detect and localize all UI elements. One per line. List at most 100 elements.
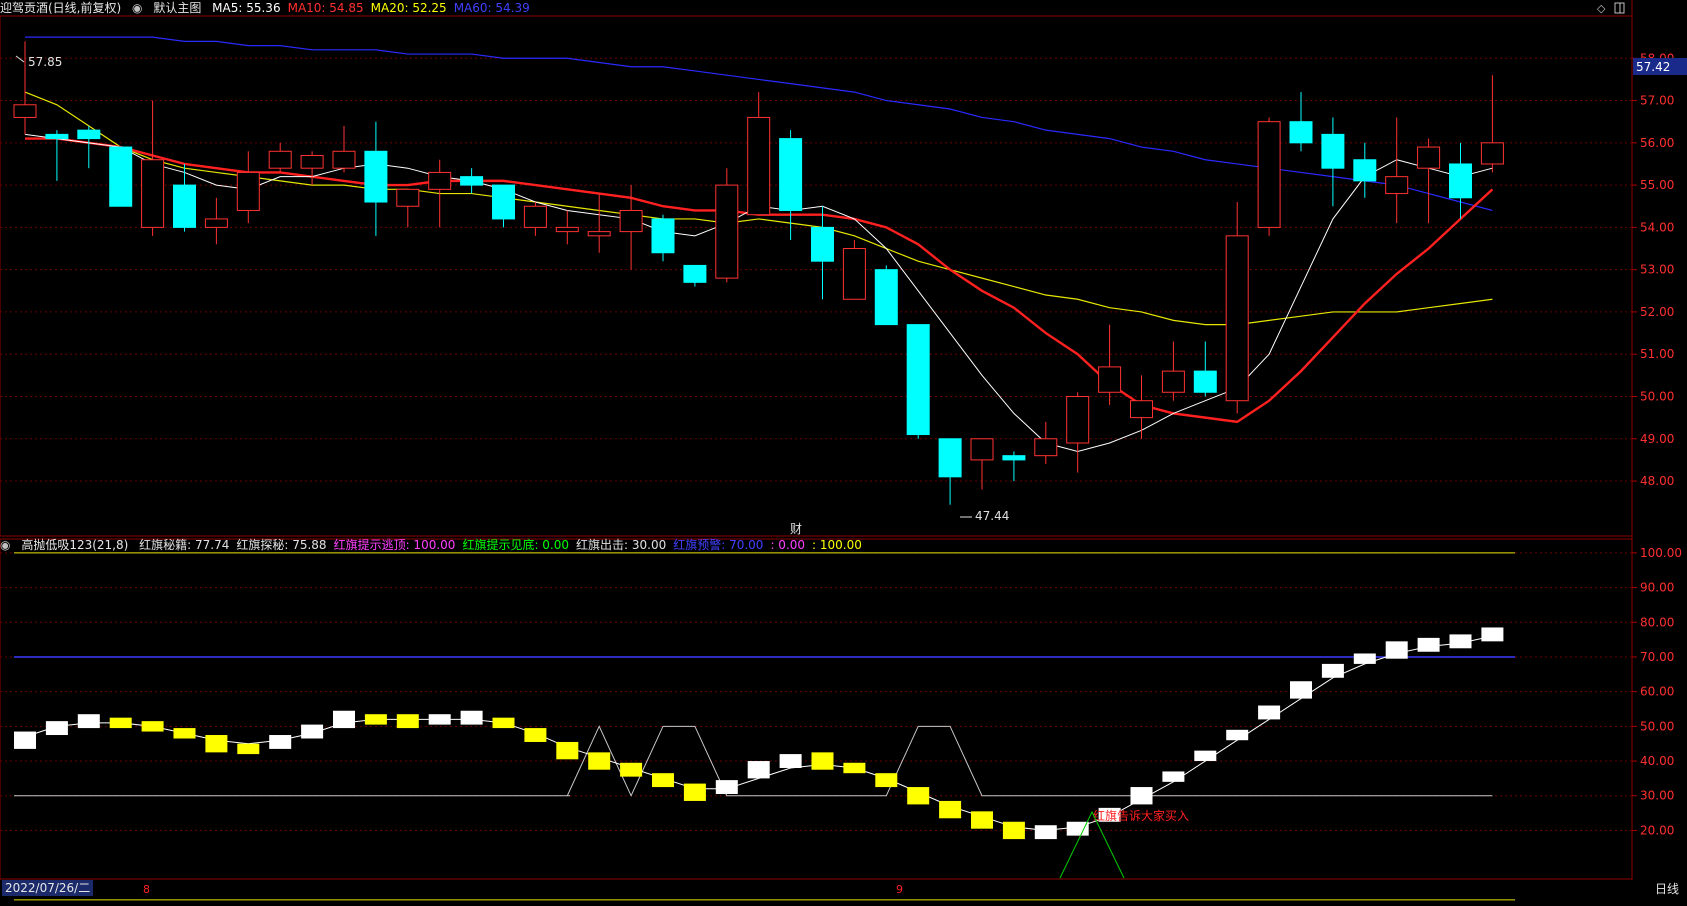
- osc-bar[interactable]: [428, 714, 451, 725]
- candle-body[interactable]: [523, 205, 547, 228]
- stock-title[interactable]: 迎驾贡酒(日线,前复权): [0, 1, 121, 15]
- candle-body[interactable]: [747, 116, 771, 216]
- osc-bar[interactable]: [556, 741, 579, 760]
- candle-body[interactable]: [236, 171, 260, 211]
- osc-bar[interactable]: [1226, 729, 1249, 741]
- osc-bar[interactable]: [1449, 634, 1472, 649]
- osc-bar[interactable]: [396, 714, 419, 729]
- osc-bar[interactable]: [237, 743, 260, 755]
- osc-bar[interactable]: [1258, 705, 1281, 720]
- candle-body[interactable]: [460, 176, 484, 186]
- candle-body[interactable]: [396, 188, 420, 207]
- candle-body[interactable]: [1257, 121, 1281, 228]
- candle-body[interactable]: [1161, 370, 1185, 393]
- candle-body[interactable]: [587, 231, 611, 237]
- candle-body[interactable]: [1353, 159, 1377, 182]
- osc-bar[interactable]: [971, 811, 993, 829]
- osc-bar[interactable]: [1130, 787, 1153, 805]
- diamond-icon[interactable]: ◇: [1597, 2, 1606, 15]
- osc-bar[interactable]: [1481, 627, 1504, 642]
- osc-bar[interactable]: [843, 762, 866, 774]
- candle-body[interactable]: [874, 269, 898, 326]
- candle-body[interactable]: [1098, 366, 1122, 393]
- candle-body[interactable]: [1034, 438, 1058, 457]
- chart-stage[interactable]: 58.0057.0056.0055.0054.0053.0052.0051.00…: [0, 0, 1687, 902]
- osc-bar[interactable]: [301, 724, 324, 739]
- osc-bar[interactable]: [460, 710, 483, 725]
- candle-body[interactable]: [1289, 121, 1313, 144]
- osc-bar[interactable]: [1002, 821, 1025, 840]
- osc-bar[interactable]: [1066, 821, 1089, 836]
- candle-body[interactable]: [492, 184, 515, 220]
- osc-bar[interactable]: [1385, 641, 1408, 659]
- cai-marker[interactable]: 财: [790, 522, 802, 536]
- osc-bar[interactable]: [683, 783, 706, 801]
- candle-body[interactable]: [268, 150, 292, 169]
- candle-body[interactable]: [1480, 142, 1504, 165]
- candle-body[interactable]: [1002, 455, 1026, 461]
- indicator-name[interactable]: 高抛低吸123(21,8): [21, 538, 128, 552]
- osc-bar[interactable]: [620, 762, 643, 777]
- candle-body[interactable]: [811, 226, 834, 262]
- candle-body[interactable]: [683, 264, 707, 283]
- candle-body[interactable]: [364, 150, 388, 203]
- osc-bar[interactable]: [1353, 653, 1376, 664]
- osc-bar[interactable]: [747, 761, 770, 779]
- osc-bar[interactable]: [109, 717, 132, 729]
- candle-body[interactable]: [1130, 400, 1153, 419]
- period-label[interactable]: 日线: [1655, 880, 1679, 897]
- osc-bar[interactable]: [1194, 750, 1217, 762]
- candle-body[interactable]: [13, 104, 37, 118]
- osc-bar[interactable]: [907, 787, 930, 805]
- candle-body[interactable]: [77, 129, 101, 140]
- osc-bar[interactable]: [524, 728, 547, 742]
- candle-body[interactable]: [555, 226, 579, 233]
- osc-bar[interactable]: [141, 721, 164, 732]
- osc-bar[interactable]: [652, 773, 674, 788]
- osc-bar[interactable]: [45, 721, 68, 736]
- osc-bar[interactable]: [364, 714, 387, 725]
- osc-bar[interactable]: [492, 717, 515, 729]
- candle-body[interactable]: [651, 218, 675, 254]
- candle-body[interactable]: [938, 438, 962, 478]
- candle-body[interactable]: [204, 218, 228, 228]
- osc-bar[interactable]: [77, 714, 100, 729]
- candle-body[interactable]: [779, 138, 803, 211]
- osc-bar[interactable]: [779, 754, 802, 768]
- candle-body[interactable]: [1225, 235, 1249, 402]
- osc-bar[interactable]: [269, 735, 292, 749]
- candle-body[interactable]: [141, 159, 165, 228]
- osc-bar[interactable]: [333, 710, 355, 729]
- candle-body[interactable]: [173, 184, 196, 228]
- toggle-icon[interactable]: ◉: [132, 1, 142, 15]
- candle-body[interactable]: [332, 150, 356, 169]
- osc-bar[interactable]: [173, 728, 196, 739]
- candle-body[interactable]: [1321, 133, 1345, 169]
- candle-body[interactable]: [842, 248, 866, 300]
- osc-bar[interactable]: [715, 780, 738, 794]
- candle-body[interactable]: [1066, 395, 1090, 444]
- osc-bar[interactable]: [1034, 825, 1057, 840]
- osc-bar[interactable]: [875, 773, 898, 788]
- candle-body[interactable]: [300, 155, 324, 169]
- osc-bar[interactable]: [1417, 637, 1440, 652]
- osc-bar[interactable]: [588, 752, 611, 770]
- candle-body[interactable]: [906, 324, 930, 436]
- osc-bar[interactable]: [1162, 771, 1185, 782]
- candle-body[interactable]: [45, 133, 69, 140]
- osc-bar[interactable]: [939, 800, 962, 819]
- indicator-toggle-icon[interactable]: ◉: [0, 538, 10, 552]
- main-chart-label[interactable]: 默认主图: [153, 1, 201, 15]
- osc-bar[interactable]: [1321, 663, 1344, 678]
- candle-body[interactable]: [715, 184, 739, 279]
- candle-body[interactable]: [1385, 176, 1409, 195]
- osc-bar[interactable]: [205, 735, 228, 753]
- candle-body[interactable]: [428, 171, 452, 190]
- osc-bar[interactable]: [14, 731, 36, 749]
- candle-body[interactable]: [970, 438, 994, 461]
- candle-body[interactable]: [109, 146, 133, 207]
- candle-body[interactable]: [1193, 370, 1217, 393]
- candle-body[interactable]: [1417, 146, 1441, 169]
- osc-bar[interactable]: [1290, 681, 1312, 699]
- osc-bar[interactable]: [811, 752, 834, 770]
